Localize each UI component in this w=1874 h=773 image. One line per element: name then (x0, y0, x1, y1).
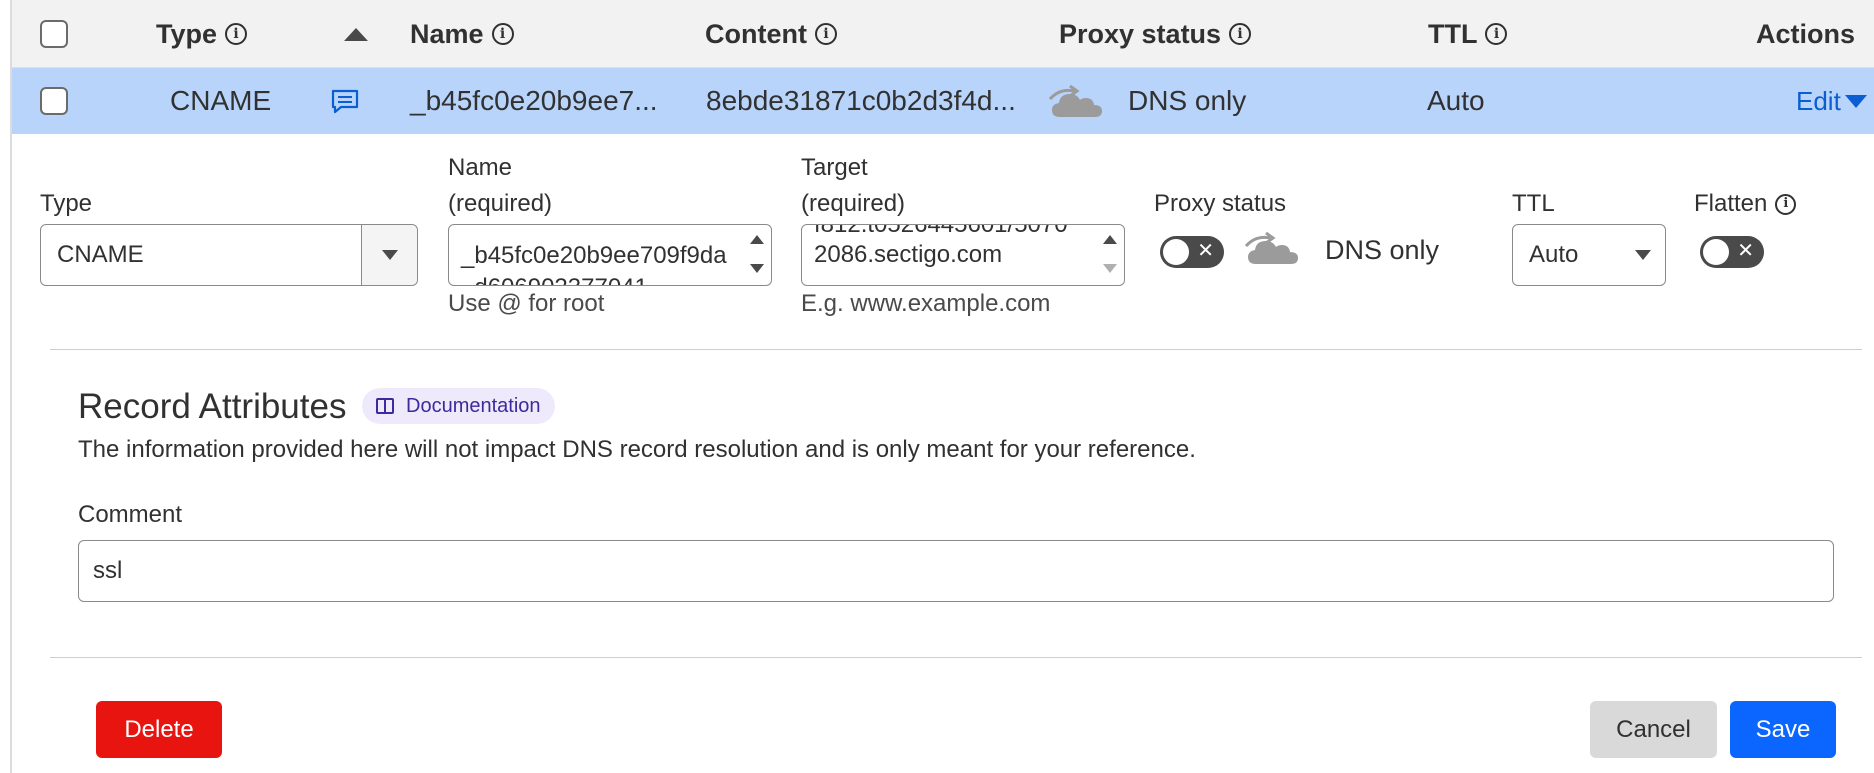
proxy-status-label: Proxy status (1154, 190, 1287, 217)
type-label: Type (40, 190, 93, 217)
comment-icon[interactable] (330, 68, 360, 134)
info-icon[interactable]: i (814, 23, 837, 45)
row-name: _b45fc0e20b9ee7... (410, 85, 658, 116)
proxy-status-value: DNS only (1325, 235, 1440, 265)
target-field-value: 2086.sectigo.com (814, 241, 1003, 268)
column-ttl[interactable]: TTL i (1428, 0, 1508, 68)
row-proxy-status: DNS only (1128, 85, 1247, 116)
comment-input-value: ssl (93, 557, 123, 584)
documentation-link[interactable]: Documentation (362, 388, 555, 424)
close-icon: ✕ (1197, 238, 1214, 262)
column-proxy-status-label: Proxy status (1059, 18, 1222, 49)
close-icon: ✕ (1737, 238, 1754, 262)
name-field-scroll[interactable] (749, 231, 765, 277)
name-field[interactable]: _b45fc0e20b9ee709f9da _d606902377041 (448, 224, 772, 286)
target-required-label: (required) (801, 190, 906, 217)
chevron-down-icon[interactable] (361, 225, 417, 285)
target-field-scroll[interactable] (1102, 231, 1118, 277)
save-button[interactable]: Save (1730, 701, 1836, 758)
select-all-checkbox[interactable] (40, 20, 68, 48)
edit-button[interactable]: Edit (1796, 68, 1867, 134)
target-hint: E.g. www.example.com (801, 290, 1051, 317)
column-name[interactable]: Name i (410, 0, 514, 68)
type-select[interactable]: CNAME (40, 224, 418, 286)
table-header: Type i Name i Content i Proxy status i T… (12, 0, 1874, 68)
info-icon[interactable]: i (491, 23, 514, 45)
info-icon[interactable]: i (1775, 193, 1797, 215)
row-ttl: Auto (1427, 85, 1485, 116)
sort-ascending-icon[interactable] (344, 0, 368, 68)
ttl-select-value: Auto (1529, 241, 1579, 268)
delete-button[interactable]: Delete (96, 701, 222, 758)
divider (50, 349, 1862, 350)
divider (50, 657, 1862, 658)
column-content[interactable]: Content i (705, 0, 837, 68)
info-icon[interactable]: i (1485, 23, 1508, 45)
row-type: CNAME (170, 85, 272, 116)
column-actions: Actions (1756, 0, 1855, 68)
edit-label: Edit (1796, 85, 1841, 116)
row-content: 8ebde31871c0b2d3f4d... (706, 85, 1016, 116)
comment-label: Comment (78, 501, 183, 528)
info-icon[interactable]: i (1229, 23, 1252, 45)
attributes-description: The information provided here will not i… (78, 436, 1196, 463)
chevron-down-icon (1635, 250, 1651, 260)
ttl-select[interactable]: Auto (1512, 224, 1666, 286)
delete-label: Delete (124, 715, 194, 743)
column-name-label: Name (410, 18, 484, 49)
target-label: Target (801, 154, 868, 181)
table-row[interactable]: CNAME _b45fc0e20b9ee7... 8ebde31871c0b2d… (12, 68, 1874, 134)
documentation-label: Documentation (406, 394, 541, 417)
column-type[interactable]: Type i (156, 0, 248, 68)
name-required-label: (required) (448, 190, 553, 217)
flatten-toggle[interactable]: ✕ (1700, 236, 1764, 268)
flatten-label: Flatten (1694, 190, 1768, 217)
record-attributes-title: Record Attributes (78, 387, 347, 426)
book-icon (376, 398, 394, 414)
dns-only-cloud-icon (1244, 226, 1302, 271)
name-hint: Use @ for root (448, 290, 605, 317)
name-field-value-next: _d606902377041 (461, 274, 648, 285)
column-content-label: Content (705, 18, 807, 49)
column-ttl-label: TTL (1428, 18, 1478, 49)
chevron-down-icon (1844, 94, 1867, 108)
target-field[interactable]: f812.t0526445601/5070 2086.sectigo.com (801, 224, 1125, 286)
dns-record-panel: Type i Name i Content i Proxy status i T… (10, 0, 1874, 773)
info-icon[interactable]: i (225, 23, 248, 45)
comment-input[interactable]: ssl (78, 540, 1834, 602)
column-proxy-status[interactable]: Proxy status i (1059, 0, 1252, 68)
column-actions-label: Actions (1756, 18, 1856, 49)
name-label: Name (448, 154, 513, 181)
type-select-value: CNAME (57, 241, 144, 268)
target-field-value-prev: f812.t0526445601/5070 (814, 224, 1068, 238)
save-label: Save (1755, 715, 1811, 743)
cancel-button[interactable]: Cancel (1590, 701, 1717, 758)
cancel-label: Cancel (1616, 715, 1691, 743)
row-checkbox[interactable] (40, 87, 68, 115)
proxy-status-toggle[interactable]: ✕ (1160, 236, 1224, 268)
ttl-label: TTL (1512, 190, 1555, 217)
dns-only-cloud-icon (1048, 68, 1106, 134)
column-type-label: Type (156, 18, 218, 49)
name-field-value: _b45fc0e20b9ee709f9da (461, 242, 727, 269)
flatten-label-group: Flatten i (1694, 186, 1797, 222)
